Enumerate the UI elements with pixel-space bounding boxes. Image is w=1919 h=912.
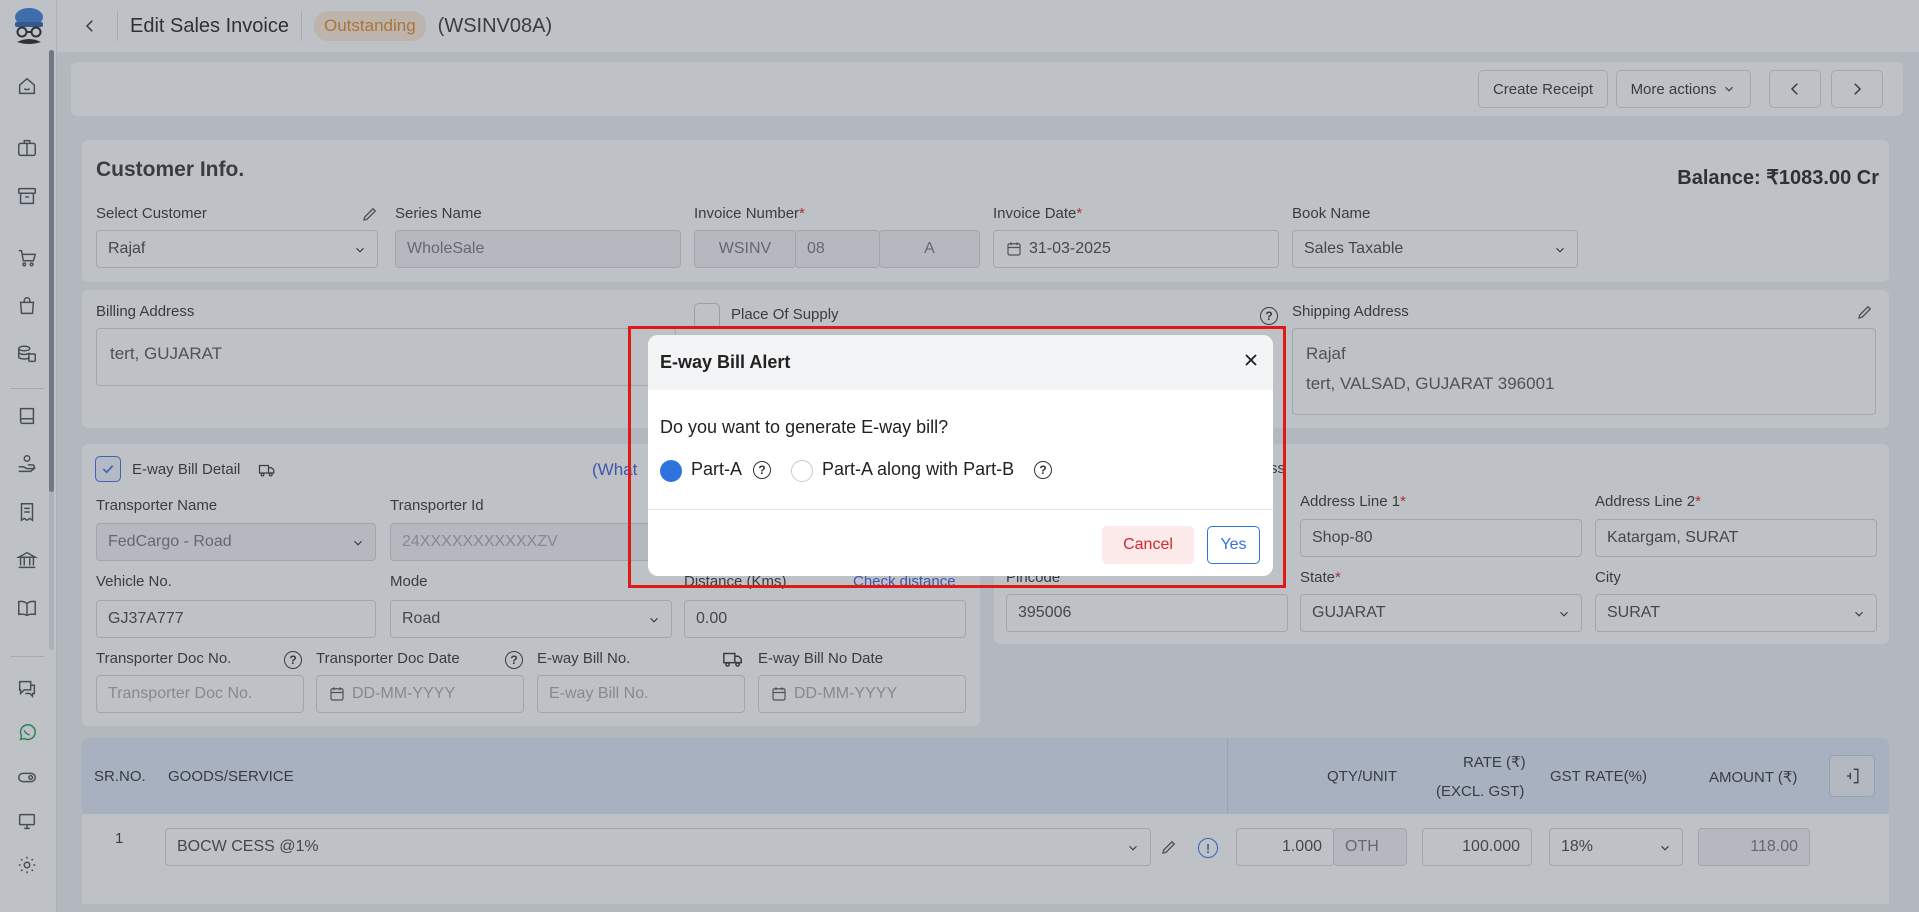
highlight-annotation xyxy=(628,326,1286,588)
